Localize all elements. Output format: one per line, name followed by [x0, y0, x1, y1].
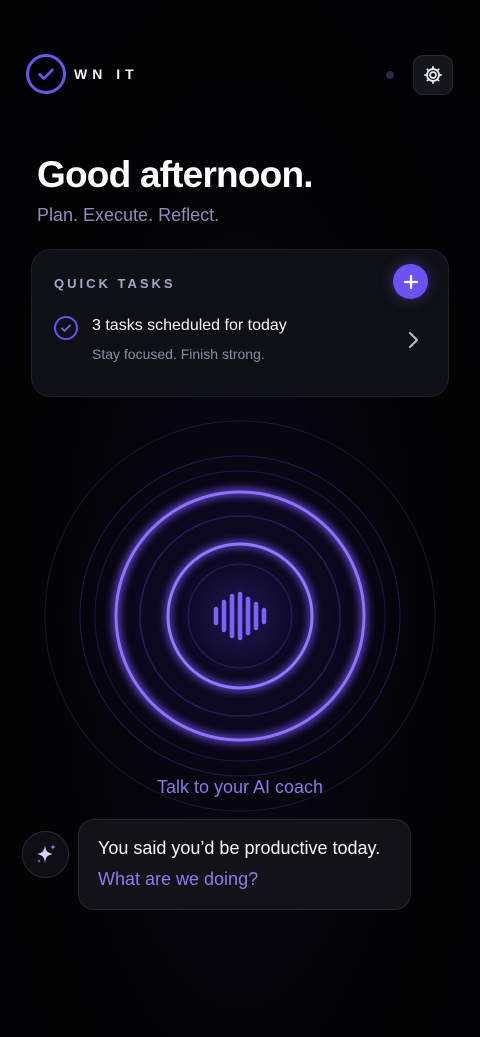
coach-message-text: You said you’d be productive today. — [98, 838, 381, 858]
quick-tasks-card[interactable]: QUICK TASKS 3 tasks scheduled for today … — [31, 249, 449, 397]
chevron-right-icon[interactable] — [406, 330, 420, 350]
app-logo-text: WN IT — [74, 66, 139, 82]
coach-avatar — [22, 831, 69, 878]
greeting-title: Good afternoon. — [37, 154, 314, 195]
coach-message-question: What are we doing? — [98, 869, 259, 889]
task-summary-title: 3 tasks scheduled for today — [92, 317, 287, 334]
greeting-tagline: Plan. Execute. Reflect. — [37, 205, 220, 225]
gear-icon — [424, 66, 442, 84]
voice-orb-button[interactable] — [40, 416, 440, 816]
quick-tasks-title: QUICK TASKS — [54, 276, 176, 291]
talk-to-coach-label[interactable]: Talk to your AI coach — [0, 777, 480, 798]
status-dot — [386, 71, 394, 79]
task-check-icon — [54, 316, 78, 340]
settings-button[interactable] — [413, 55, 453, 95]
plus-icon — [403, 274, 418, 289]
sparkle-icon — [36, 843, 56, 863]
coach-message-bubble: You said you’d be productive today. What… — [78, 819, 411, 910]
task-summary-subtitle: Stay focused. Finish strong. — [92, 346, 265, 362]
check-circle-icon — [26, 54, 66, 94]
add-task-button[interactable] — [393, 264, 428, 299]
app-screen: WN IT Good afternoon. Plan. Execute. Ref… — [0, 0, 480, 1037]
header: WN IT — [26, 54, 454, 96]
